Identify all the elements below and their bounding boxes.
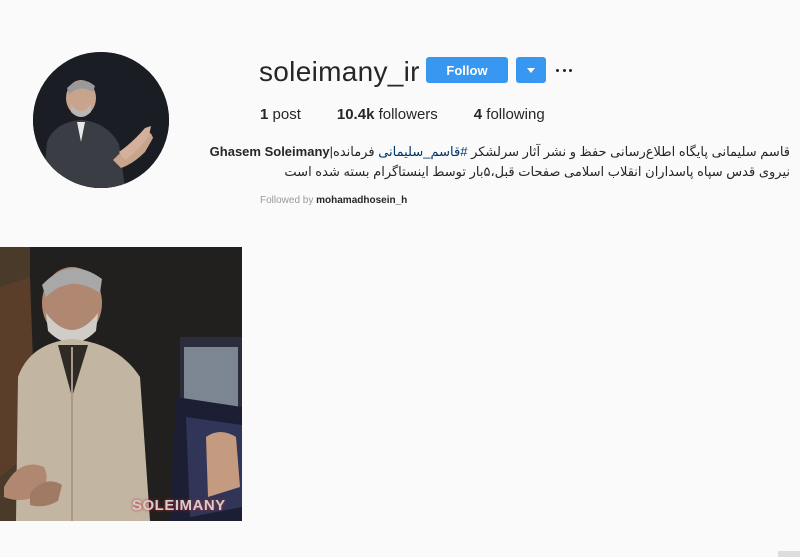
following-label: following xyxy=(482,106,545,123)
more-options-button[interactable] xyxy=(556,62,572,78)
bio-text: قاسم سلیمانی پایگاه اطلاع‌رسانی حفظ و نش… xyxy=(471,144,790,159)
post-photo xyxy=(0,247,242,521)
following-stat[interactable]: 4 following xyxy=(474,106,545,123)
watermark-strip xyxy=(778,551,800,557)
more-options-icon xyxy=(556,68,559,72)
followers-stat[interactable]: 10.4k followers xyxy=(337,106,438,123)
bio-line-1: قاسم سلیمانی پایگاه اطلاع‌رسانی حفظ و نش… xyxy=(210,142,790,162)
followed-by: Followed by mohamadhosein_h xyxy=(260,195,407,206)
posts-stat: 1 post xyxy=(260,106,301,123)
bio-full-name: Ghasem Soleimany xyxy=(209,144,330,159)
followers-count: 10.4k xyxy=(336,106,375,123)
suggested-dropdown-button[interactable] xyxy=(516,57,546,83)
bio-title: فرمانده| xyxy=(329,144,375,159)
chevron-down-icon xyxy=(527,67,535,73)
profile-bio: قاسم سلیمانی پایگاه اطلاع‌رسانی حفظ و نش… xyxy=(210,142,790,182)
posts-label: post xyxy=(268,106,301,123)
followers-label: followers xyxy=(374,106,438,123)
avatar-photo xyxy=(33,52,169,188)
following-count: 4 xyxy=(473,106,483,123)
more-options-icon xyxy=(569,68,572,72)
more-options-icon xyxy=(562,68,566,72)
bio-hashtag-link[interactable]: #قاسم_سلیمانی xyxy=(378,144,467,159)
follow-button[interactable]: Follow xyxy=(426,57,508,83)
followed-by-user-link[interactable]: mohamadhosein_h xyxy=(316,195,407,206)
profile-username: soleimany_ir xyxy=(259,56,420,87)
post-thumbnail[interactable]: SOLEIMANY xyxy=(0,247,242,521)
followed-by-prefix: Followed by xyxy=(260,195,317,206)
profile-avatar[interactable] xyxy=(33,52,169,188)
post-overlay-text: SOLEIMANY xyxy=(132,497,226,514)
profile-stats: 1 post 10.4k followers 4 following xyxy=(260,106,581,123)
bio-line-2: نیروی قدس سپاه پاسداران انقلاب اسلامی صف… xyxy=(284,164,790,179)
